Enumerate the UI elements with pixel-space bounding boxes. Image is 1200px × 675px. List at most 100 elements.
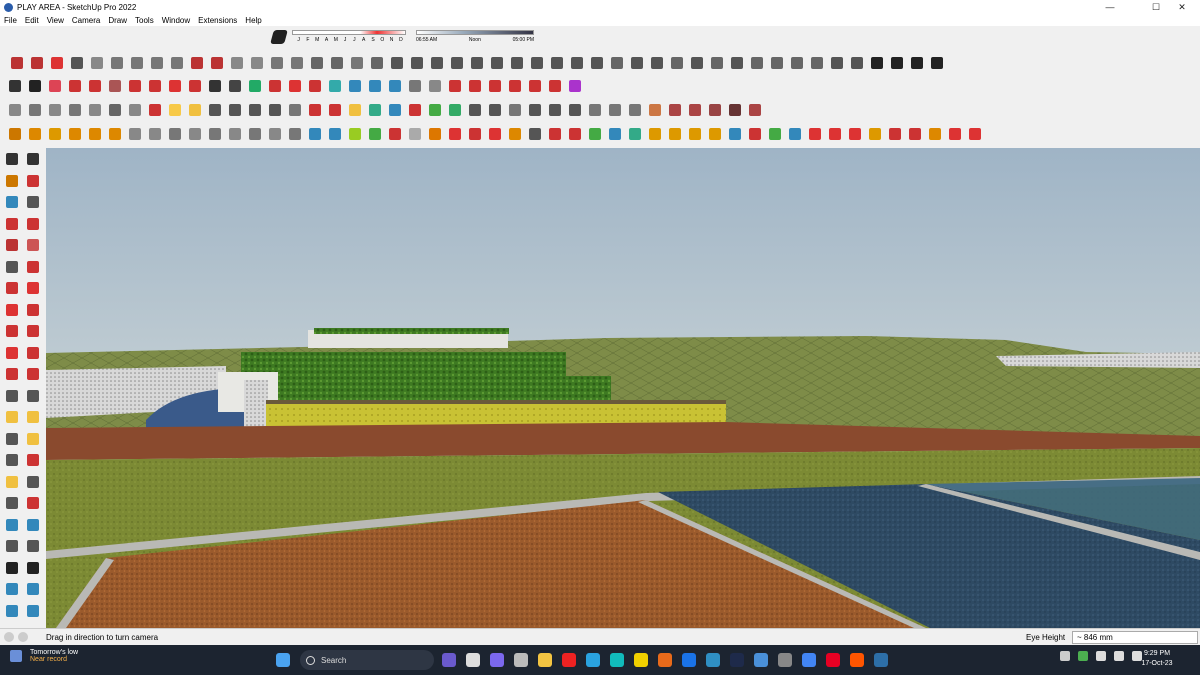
large-tool-button[interactable]	[3, 279, 21, 297]
taskbar-app[interactable]	[654, 649, 676, 671]
toolbar-button[interactable]	[808, 54, 826, 72]
large-tool-button[interactable]	[24, 322, 42, 340]
speaker-icon[interactable]	[1114, 651, 1124, 661]
taskbar-app[interactable]	[798, 649, 820, 671]
large-tool-button[interactable]	[24, 301, 42, 319]
toolbar-button[interactable]	[288, 54, 306, 72]
menu-edit[interactable]: Edit	[25, 16, 39, 25]
toolbar-button[interactable]	[946, 125, 964, 143]
toolbar-button[interactable]	[786, 125, 804, 143]
toolbar-button[interactable]	[346, 77, 364, 95]
toolbar-button[interactable]	[908, 54, 926, 72]
toolbar-button[interactable]	[466, 77, 484, 95]
toolbar-button[interactable]	[166, 125, 184, 143]
large-tool-button[interactable]	[3, 537, 21, 555]
toolbar-button[interactable]	[6, 101, 24, 119]
toolbar-button[interactable]	[366, 101, 384, 119]
large-tool-button[interactable]	[24, 387, 42, 405]
toolbar-button[interactable]	[266, 77, 284, 95]
large-tool-button[interactable]	[3, 322, 21, 340]
toolbar-button[interactable]	[146, 77, 164, 95]
toolbar-button[interactable]	[768, 54, 786, 72]
large-tool-button[interactable]	[24, 580, 42, 598]
toolbar-button[interactable]	[706, 101, 724, 119]
toolbar-button[interactable]	[546, 101, 564, 119]
toolbar-button[interactable]	[366, 125, 384, 143]
toolbar-button[interactable]	[228, 54, 246, 72]
time-slider-track[interactable]	[416, 30, 534, 35]
toolbar-button[interactable]	[466, 125, 484, 143]
toolbar-button[interactable]	[686, 125, 704, 143]
large-tool-button[interactable]	[24, 473, 42, 491]
toolbar-button[interactable]	[866, 125, 884, 143]
large-tool-button[interactable]	[24, 344, 42, 362]
toolbar-button[interactable]	[868, 54, 886, 72]
toolbar-button[interactable]	[488, 54, 506, 72]
toolbar-button[interactable]	[426, 101, 444, 119]
toolbar-button[interactable]	[446, 101, 464, 119]
large-tool-button[interactable]	[24, 516, 42, 534]
toolbar-button[interactable]	[706, 125, 724, 143]
toolbar-button[interactable]	[388, 54, 406, 72]
toolbar-button[interactable]	[886, 125, 904, 143]
toolbar-button[interactable]	[208, 54, 226, 72]
toolbar-button[interactable]	[906, 125, 924, 143]
toolbar-button[interactable]	[566, 125, 584, 143]
large-tool-button[interactable]	[24, 236, 42, 254]
large-tool-button[interactable]	[3, 580, 21, 598]
toolbar-button[interactable]	[686, 101, 704, 119]
taskbar-app[interactable]	[870, 649, 892, 671]
taskbar-app[interactable]	[534, 649, 556, 671]
toolbar-button[interactable]	[546, 77, 564, 95]
toolbar-button[interactable]	[346, 125, 364, 143]
toolbar-button[interactable]	[666, 101, 684, 119]
large-tool-button[interactable]	[3, 172, 21, 190]
large-tool-button[interactable]	[3, 559, 21, 577]
menu-extensions[interactable]: Extensions	[198, 16, 237, 25]
toolbar-button[interactable]	[88, 54, 106, 72]
toolbar-button[interactable]	[626, 101, 644, 119]
toolbar-button[interactable]	[826, 125, 844, 143]
toolbar-button[interactable]	[326, 77, 344, 95]
large-tool-button[interactable]	[24, 537, 42, 555]
toolbar-button[interactable]	[406, 77, 424, 95]
large-tool-button[interactable]	[24, 215, 42, 233]
toolbar-button[interactable]	[966, 125, 984, 143]
toolbar-button[interactable]	[186, 125, 204, 143]
weather-widget[interactable]: Tomorrow's low Near record	[10, 649, 78, 663]
toolbar-button[interactable]	[506, 77, 524, 95]
menu-camera[interactable]: Camera	[72, 16, 100, 25]
toolbar-button[interactable]	[446, 77, 464, 95]
toolbar-button[interactable]	[126, 77, 144, 95]
toolbar-button[interactable]	[146, 125, 164, 143]
month-slider[interactable]: J F M A M J J A S O N D	[292, 28, 406, 46]
menu-window[interactable]: Window	[162, 16, 190, 25]
toolbar-button[interactable]	[306, 77, 324, 95]
toolbar-button[interactable]	[26, 101, 44, 119]
toolbar-button[interactable]	[326, 125, 344, 143]
large-tool-button[interactable]	[24, 451, 42, 469]
large-tool-button[interactable]	[3, 215, 21, 233]
toolbar-button[interactable]	[146, 101, 164, 119]
large-tool-button[interactable]	[3, 602, 21, 620]
toolbar-button[interactable]	[306, 101, 324, 119]
toolbar-button[interactable]	[226, 101, 244, 119]
toolbar-button[interactable]	[168, 54, 186, 72]
toolbar-button[interactable]	[286, 125, 304, 143]
toolbar-button[interactable]	[666, 125, 684, 143]
toolbar-button[interactable]	[46, 77, 64, 95]
taskbar-app[interactable]	[486, 649, 508, 671]
security-icon[interactable]	[1078, 651, 1088, 661]
toolbar-button[interactable]	[446, 125, 464, 143]
toolbar-button[interactable]	[586, 125, 604, 143]
toolbar-button[interactable]	[6, 125, 24, 143]
toolbar-button[interactable]	[86, 101, 104, 119]
large-tool-button[interactable]	[24, 559, 42, 577]
large-tool-button[interactable]	[3, 150, 21, 168]
toolbar-button[interactable]	[246, 77, 264, 95]
toolbar-button[interactable]	[428, 54, 446, 72]
toolbar-button[interactable]	[766, 125, 784, 143]
toolbar-button[interactable]	[386, 125, 404, 143]
toolbar-button[interactable]	[66, 77, 84, 95]
large-tool-button[interactable]	[24, 602, 42, 620]
